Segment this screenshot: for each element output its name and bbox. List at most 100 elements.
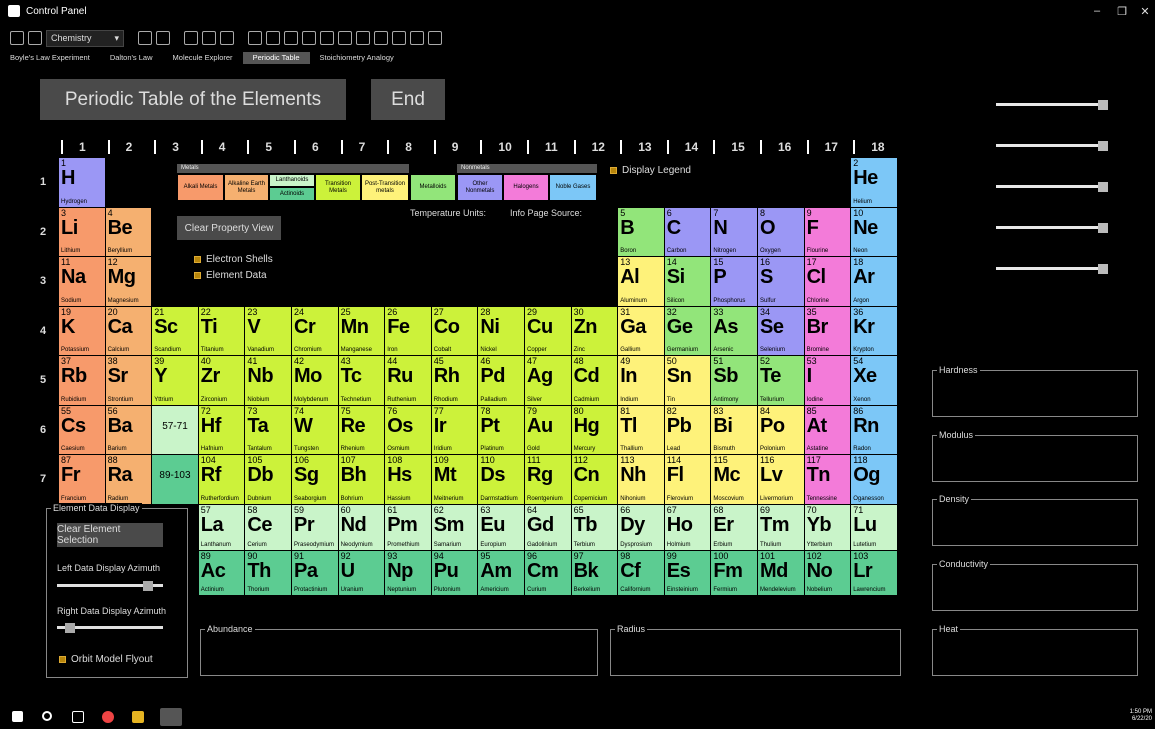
start-icon[interactable] bbox=[12, 711, 23, 722]
legend-alkali[interactable]: Alkali Metals bbox=[177, 174, 224, 201]
element-rhodium[interactable]: 45 Rh Rhodium bbox=[431, 356, 479, 406]
element-lithium[interactable]: 3 Li Lithium bbox=[59, 207, 106, 257]
slider-thumb[interactable] bbox=[1098, 264, 1108, 274]
element-californium[interactable]: 98 Cf Californium bbox=[618, 550, 665, 596]
element-neptunium[interactable]: 93 Np Neptunium bbox=[385, 550, 432, 596]
element-data-checkbox[interactable]: Element Data bbox=[194, 270, 267, 281]
tab-3[interactable]: Periodic Table bbox=[242, 52, 310, 64]
text-icon[interactable] bbox=[284, 31, 298, 45]
element-chlorine[interactable]: 17 Cl Chlorine bbox=[804, 257, 852, 307]
element-copper[interactable]: 29 Cu Copper bbox=[525, 306, 572, 356]
element-osmium[interactable]: 76 Os Osmium bbox=[385, 405, 432, 455]
element-curium[interactable]: 96 Cm Curium bbox=[525, 550, 572, 596]
legend-noble-gases[interactable]: Noble Gases bbox=[549, 174, 597, 201]
top-slider-1[interactable] bbox=[996, 100, 1108, 110]
element-silver[interactable]: 47 Ag Silver bbox=[525, 356, 572, 406]
tab-2[interactable]: Molecule Explorer bbox=[163, 52, 243, 64]
element-polonium[interactable]: 84 Po Polonium bbox=[758, 405, 805, 455]
file-explorer-icon[interactable] bbox=[132, 711, 144, 723]
slider-thumb[interactable] bbox=[64, 623, 75, 633]
top-slider-5[interactable] bbox=[996, 264, 1108, 274]
element-technetium[interactable]: 43 Tc Technetium bbox=[338, 356, 386, 406]
electron-shells-checkbox[interactable]: Electron Shells bbox=[194, 254, 273, 265]
grid-icon[interactable] bbox=[184, 31, 198, 45]
legend-halogens[interactable]: Halogens bbox=[503, 174, 549, 201]
element-flerovium[interactable]: 114 Fl Flerovium bbox=[664, 455, 712, 505]
chrome-icon[interactable] bbox=[102, 711, 114, 723]
element-strontium[interactable]: 38 Sr Strontium bbox=[105, 356, 153, 406]
element-thallium[interactable]: 81 Tl Thallium bbox=[618, 405, 665, 455]
element-potassium[interactable]: 19 K Potassium bbox=[59, 306, 106, 356]
element-plutonium[interactable]: 94 Pu Plutonium bbox=[431, 550, 479, 596]
panel-icon[interactable] bbox=[428, 31, 442, 45]
element-helium[interactable]: 2 He Helium bbox=[851, 158, 898, 208]
element-radon[interactable]: 86 Rn Radon bbox=[851, 405, 898, 455]
slider-thumb[interactable] bbox=[1098, 141, 1108, 151]
element-tin[interactable]: 50 Sn Tin bbox=[664, 356, 712, 406]
element-mendelevium[interactable]: 101 Md Mendelevium bbox=[758, 550, 805, 596]
element-zirconium[interactable]: 40 Zr Zirconium bbox=[198, 356, 246, 406]
legend-lanthanoids[interactable]: Lanthanoids bbox=[269, 174, 315, 187]
element-bismuth[interactable]: 83 Bi Bismuth bbox=[711, 405, 758, 455]
element-lawrencium[interactable]: 103 Lr Lawrencium bbox=[851, 550, 898, 596]
element-caesium[interactable]: 55 Cs Caesium bbox=[59, 405, 106, 455]
open-icon[interactable] bbox=[28, 31, 42, 45]
legend-metalloids[interactable]: Metalloids bbox=[410, 174, 456, 201]
element-silicon[interactable]: 14 Si Silicon bbox=[664, 257, 712, 307]
element-aluminum[interactable]: 13 Al Aluminum bbox=[618, 257, 665, 307]
element-actinium[interactable]: 89 Ac Actinium bbox=[198, 550, 246, 596]
element-cerium[interactable]: 58 Ce Cerium bbox=[245, 505, 292, 551]
element-gold[interactable]: 79 Au Gold bbox=[525, 405, 572, 455]
restore-button[interactable]: ❐ bbox=[1110, 0, 1134, 22]
element-niobium[interactable]: 41 Nb Niobium bbox=[245, 356, 292, 406]
element-manganese[interactable]: 25 Mn Manganese bbox=[338, 306, 386, 356]
control-panel-taskbar-icon[interactable] bbox=[160, 708, 182, 726]
top-slider-4[interactable] bbox=[996, 223, 1108, 233]
clear-element-selection-button[interactable]: Clear Element Selection bbox=[57, 523, 163, 547]
element-neon[interactable]: 10 Ne Neon bbox=[851, 207, 898, 257]
element-seaborgium[interactable]: 106 Sg Seaborgium bbox=[292, 455, 339, 505]
element-dubnium[interactable]: 105 Db Dubnium bbox=[245, 455, 292, 505]
element-astatine[interactable]: 85 At Astatine bbox=[804, 405, 852, 455]
legend-other-nonmetals[interactable]: Other Nonmetals bbox=[457, 174, 503, 201]
element-moscovium[interactable]: 115 Mc Moscovium bbox=[711, 455, 758, 505]
task-view-icon[interactable] bbox=[72, 711, 84, 723]
square-icon[interactable] bbox=[392, 31, 406, 45]
legend-actinoids[interactable]: Actinoids bbox=[269, 187, 315, 201]
element-copernicium[interactable]: 112 Cn Copernicium bbox=[571, 455, 619, 505]
new-icon[interactable] bbox=[10, 31, 24, 45]
left-azimuth-slider[interactable] bbox=[57, 581, 163, 591]
element-meitnerium[interactable]: 109 Mt Meitnerium bbox=[431, 455, 479, 505]
minimize-button[interactable]: – bbox=[1085, 0, 1109, 22]
element-hafnium[interactable]: 72 Hf Hafnium bbox=[198, 405, 246, 455]
element-iodine[interactable]: 53 I Iodine bbox=[804, 356, 852, 406]
element-roentgenium[interactable]: 111 Rg Roentgenium bbox=[525, 455, 572, 505]
rectangle-icon[interactable] bbox=[248, 31, 262, 45]
element-cadmium[interactable]: 48 Cd Cadmium bbox=[571, 356, 619, 406]
element-carbon[interactable]: 6 C Carbon bbox=[664, 207, 712, 257]
line-icon[interactable] bbox=[338, 31, 352, 45]
element-darmstadtium[interactable]: 110 Ds Darmstadtium bbox=[478, 455, 525, 505]
tab-1[interactable]: Dalton's Law bbox=[100, 52, 163, 64]
element-rutherfordium[interactable]: 104 Rf Rutherfordium bbox=[198, 455, 246, 505]
element-yttrium[interactable]: 39 Y Yttrium bbox=[152, 356, 199, 406]
element-oxygen[interactable]: 8 O Oxygen bbox=[758, 207, 805, 257]
element-samarium[interactable]: 62 Sm Samarium bbox=[431, 505, 479, 551]
element-tantalum[interactable]: 73 Ta Tantalum bbox=[245, 405, 292, 455]
element-calcium[interactable]: 20 Ca Calcium bbox=[105, 306, 153, 356]
element-sodium[interactable]: 11 Na Sodium bbox=[59, 257, 106, 307]
subject-dropdown[interactable]: Chemistry ▾ bbox=[46, 29, 124, 47]
element-tungsten[interactable]: 74 W Tungsten bbox=[292, 405, 339, 455]
element-ytterbium[interactable]: 70 Yb Ytterbium bbox=[804, 505, 852, 551]
element-gallium[interactable]: 31 Ga Gallium bbox=[618, 306, 665, 356]
element-erbium[interactable]: 68 Er Erbium bbox=[711, 505, 758, 551]
element-rubidium[interactable]: 37 Rb Rubidium bbox=[59, 356, 106, 406]
element-tellurium[interactable]: 52 Te Tellurium bbox=[758, 356, 805, 406]
page-title-button[interactable]: Periodic Table of the Elements bbox=[40, 79, 346, 120]
element-uranium[interactable]: 92 U Uranium bbox=[338, 550, 386, 596]
element-sulfur[interactable]: 16 S Sulfur bbox=[758, 257, 805, 307]
element-germanium[interactable]: 32 Ge Germanium bbox=[664, 306, 712, 356]
hand-icon[interactable] bbox=[202, 31, 216, 45]
element-gadolinium[interactable]: 64 Gd Gadolinium bbox=[525, 505, 572, 551]
tab-4[interactable]: Stoichiometry Analogy bbox=[310, 52, 404, 64]
